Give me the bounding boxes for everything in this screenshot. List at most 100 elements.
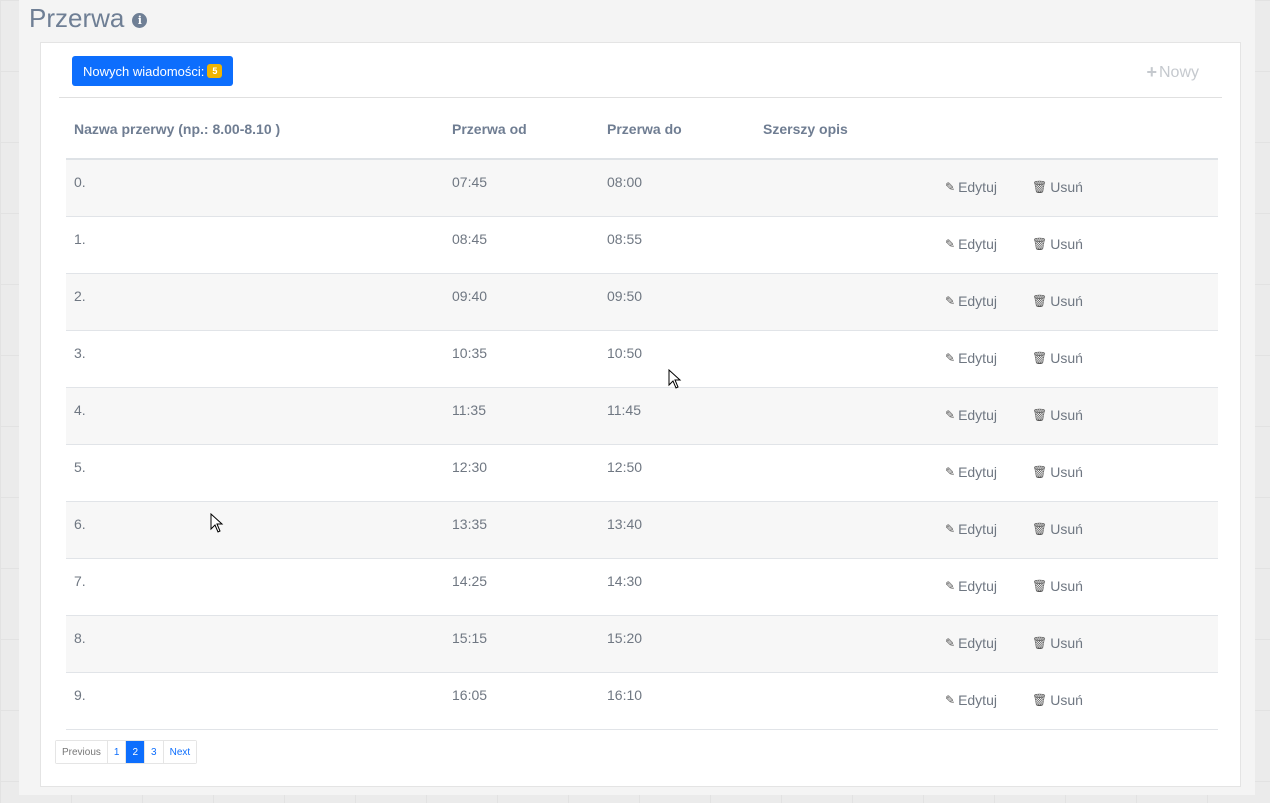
edit-button[interactable]: ✎ Edytuj <box>945 578 997 594</box>
cell-from: 14:25 <box>452 573 488 589</box>
delete-label: Usuń <box>1050 692 1083 708</box>
cell-name: 1. <box>74 231 86 247</box>
edit-button[interactable]: ✎ Edytuj <box>945 350 997 366</box>
edit-button[interactable]: ✎ Edytuj <box>945 236 997 252</box>
delete-button[interactable]: 🗑 Usuń <box>1032 407 1083 423</box>
trash-icon: 🗑 <box>1032 693 1048 707</box>
pagination-page-1[interactable]: 1 <box>107 741 127 763</box>
delete-label: Usuń <box>1050 179 1083 195</box>
info-icon[interactable]: i <box>132 12 148 28</box>
pagination-page-3[interactable]: 3 <box>145 741 164 763</box>
new-messages-badge: 5 <box>207 64 223 78</box>
main-panel: Nowych wiadomości: 5 + Nowy Nazwa przerw… <box>40 42 1241 787</box>
cell-from: 13:35 <box>452 516 488 532</box>
edit-button[interactable]: ✎ Edytuj <box>945 293 997 309</box>
delete-button[interactable]: 🗑 Usuń <box>1032 236 1083 252</box>
plus-icon: + <box>1146 62 1157 82</box>
delete-button[interactable]: 🗑 Usuń <box>1032 635 1083 651</box>
page-title-text: Przerwa <box>29 3 125 33</box>
edit-button[interactable]: ✎ Edytuj <box>945 464 997 480</box>
page-title: Przerwa i <box>29 3 148 34</box>
table-row: 9. 16:05 16:10 ✎ Edytuj 🗑 Usuń <box>66 673 1218 730</box>
delete-label: Usuń <box>1050 578 1083 594</box>
pagination-previous[interactable]: Previous <box>56 741 108 763</box>
new-button-label: Nowy <box>1158 63 1199 81</box>
mouse-cursor-icon <box>210 513 224 533</box>
mouse-cursor-icon <box>668 369 682 389</box>
header-desc[interactable]: Szerszy opis <box>763 121 848 137</box>
delete-label: Usuń <box>1050 293 1083 309</box>
edit-button[interactable]: ✎ Edytuj <box>945 521 997 537</box>
cell-name: 2. <box>74 288 86 304</box>
edit-button[interactable]: ✎ Edytuj <box>945 179 997 195</box>
cell-name: 4. <box>74 402 86 418</box>
cell-name: 3. <box>74 345 86 361</box>
cell-to: 11:45 <box>607 402 641 418</box>
delete-label: Usuń <box>1050 464 1083 480</box>
pencil-icon: ✎ <box>945 237 956 251</box>
edit-button[interactable]: ✎ Edytuj <box>945 692 997 708</box>
trash-icon: 🗑 <box>1032 579 1048 593</box>
cell-to: 14:30 <box>607 573 643 589</box>
edit-label: Edytuj <box>958 236 997 252</box>
delete-button[interactable]: 🗑 Usuń <box>1032 350 1083 366</box>
delete-button[interactable]: 🗑 Usuń <box>1032 293 1083 309</box>
delete-button[interactable]: 🗑 Usuń <box>1032 578 1083 594</box>
table-row: 0. 07:45 08:00 ✎ Edytuj 🗑 Usuń <box>66 160 1218 217</box>
edit-label: Edytuj <box>958 521 997 537</box>
delete-button[interactable]: 🗑 Usuń <box>1032 692 1083 708</box>
pagination-page-2[interactable]: 2 <box>126 741 146 763</box>
edit-button[interactable]: ✎ Edytuj <box>945 635 997 651</box>
cell-to: 10:50 <box>607 345 643 361</box>
delete-button[interactable]: 🗑 Usuń <box>1032 179 1083 195</box>
header-to[interactable]: Przerwa do <box>607 121 682 137</box>
toolbar-divider <box>59 97 1222 98</box>
delete-label: Usuń <box>1050 521 1083 537</box>
edit-label: Edytuj <box>958 635 997 651</box>
edit-label: Edytuj <box>958 293 997 309</box>
table-row: 8. 15:15 15:20 ✎ Edytuj 🗑 Usuń <box>66 616 1218 673</box>
cell-from: 11:35 <box>452 402 486 418</box>
table-row: 4. 11:35 11:45 ✎ Edytuj 🗑 Usuń <box>66 388 1218 445</box>
breaks-table: Nazwa przerwy (np.: 8.00-8.10 ) Przerwa … <box>66 101 1218 730</box>
cell-to: 15:20 <box>607 630 643 646</box>
cell-name: 8. <box>74 630 86 646</box>
cell-from: 09:40 <box>452 288 488 304</box>
table-row: 2. 09:40 09:50 ✎ Edytuj 🗑 Usuń <box>66 274 1218 331</box>
table-row: 3. 10:35 10:50 ✎ Edytuj 🗑 Usuń <box>66 331 1218 388</box>
pencil-icon: ✎ <box>945 693 956 707</box>
header-from[interactable]: Przerwa od <box>452 121 527 137</box>
cell-name: 7. <box>74 573 86 589</box>
trash-icon: 🗑 <box>1032 294 1048 308</box>
edit-label: Edytuj <box>958 578 997 594</box>
cell-name: 5. <box>74 459 86 475</box>
cell-from: 08:45 <box>452 231 488 247</box>
cell-from: 12:30 <box>452 459 488 475</box>
edit-label: Edytuj <box>958 179 997 195</box>
pencil-icon: ✎ <box>945 465 956 479</box>
trash-icon: 🗑 <box>1032 351 1048 365</box>
cell-to: 08:00 <box>607 174 643 190</box>
cell-name: 0. <box>74 174 86 190</box>
cell-to: 08:55 <box>607 231 643 247</box>
edit-button[interactable]: ✎ Edytuj <box>945 407 997 423</box>
cell-name: 6. <box>74 516 86 532</box>
edit-label: Edytuj <box>958 350 997 366</box>
cell-from: 07:45 <box>452 174 488 190</box>
new-button[interactable]: + Nowy <box>1146 62 1199 83</box>
page: Przerwa i Nowych wiadomości: 5 + Nowy Na… <box>19 0 1255 795</box>
pencil-icon: ✎ <box>945 294 956 308</box>
pencil-icon: ✎ <box>945 408 956 422</box>
delete-button[interactable]: 🗑 Usuń <box>1032 464 1083 480</box>
pencil-icon: ✎ <box>945 180 956 194</box>
delete-label: Usuń <box>1050 236 1083 252</box>
table-header: Nazwa przerwy (np.: 8.00-8.10 ) Przerwa … <box>66 101 1218 160</box>
pagination-next[interactable]: Next <box>163 741 197 763</box>
cell-to: 09:50 <box>607 288 643 304</box>
new-messages-button[interactable]: Nowych wiadomości: 5 <box>72 56 234 86</box>
trash-icon: 🗑 <box>1032 522 1048 536</box>
table-row: 6. 13:35 13:40 ✎ Edytuj 🗑 Usuń <box>66 502 1218 559</box>
delete-button[interactable]: 🗑 Usuń <box>1032 521 1083 537</box>
header-name[interactable]: Nazwa przerwy (np.: 8.00-8.10 ) <box>74 121 280 137</box>
cell-to: 12:50 <box>607 459 643 475</box>
